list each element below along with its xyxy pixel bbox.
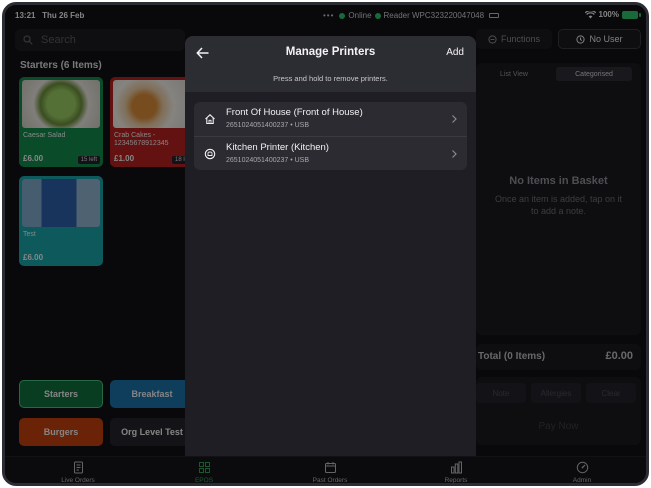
add-printer-button[interactable]: Add xyxy=(446,47,464,58)
chevron-right-icon xyxy=(452,150,457,158)
printer-meta: 2651024051400237 • USB xyxy=(226,122,310,129)
modal-title: Manage Printers xyxy=(285,46,376,58)
modal-header: Manage Printers Add Press and hold to re… xyxy=(185,36,476,92)
printer-row-front-of-house[interactable]: Front Of House (Front of House) 26510240… xyxy=(194,102,467,136)
app-screen: 13:21 Thu 26 Feb ••• Online Reader WPC32… xyxy=(5,5,646,483)
chevron-right-icon xyxy=(452,115,457,123)
printer-name: Kitchen Printer (Kitchen) xyxy=(226,142,329,153)
device-frame: 13:21 Thu 26 Feb ••• Online Reader WPC32… xyxy=(2,2,649,486)
manage-printers-modal: Manage Printers Add Press and hold to re… xyxy=(185,36,476,456)
printer-meta: 2651024051400237 • USB xyxy=(226,157,310,164)
chef-icon xyxy=(204,148,216,160)
remove-hint: Press and hold to remove printers. xyxy=(273,74,388,83)
printer-name: Front Of House (Front of House) xyxy=(226,107,363,118)
home-icon xyxy=(205,114,215,125)
printer-row-kitchen[interactable]: Kitchen Printer (Kitchen) 26510240514002… xyxy=(194,136,467,170)
printer-list: Front Of House (Front of House) 26510240… xyxy=(194,102,467,170)
